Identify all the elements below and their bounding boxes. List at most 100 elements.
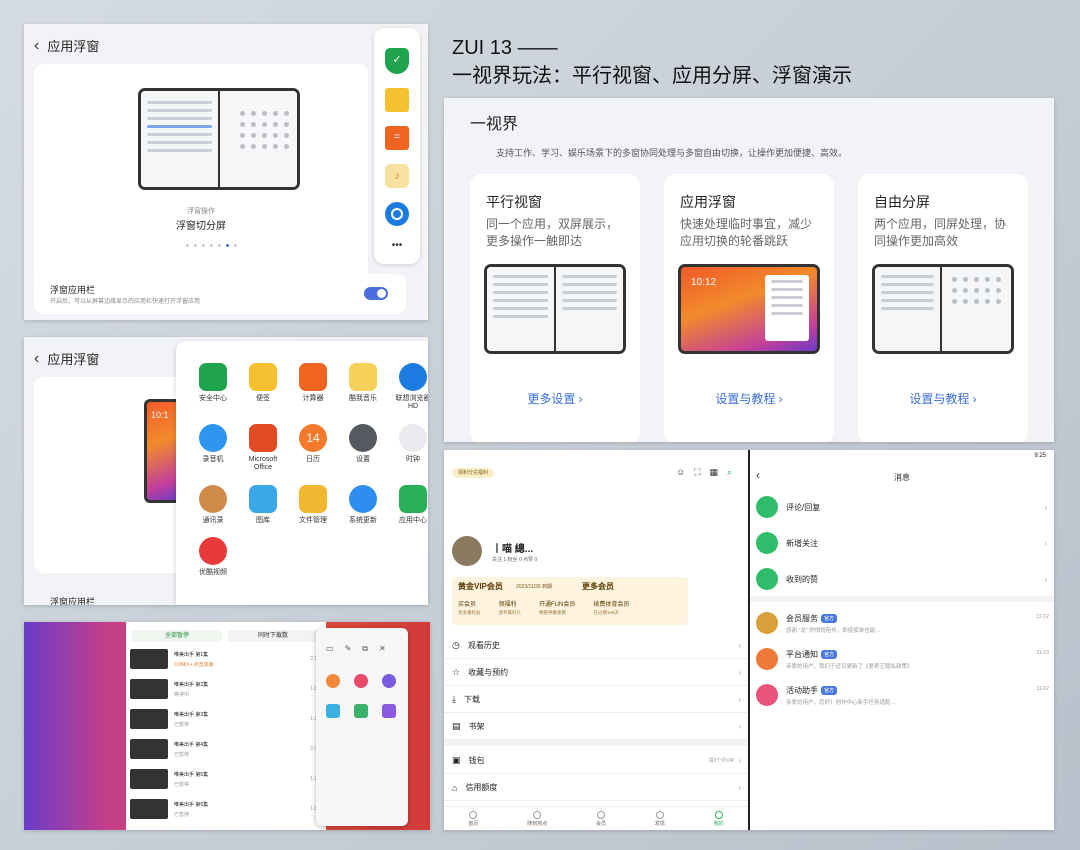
profile-icon [714,810,723,819]
follow-icon [756,532,778,554]
vip-item[interactable]: 续费体育会员 已过期166天 [593,599,629,616]
app-update[interactable]: 系统更新 [342,484,384,525]
notice-snippet: 亲爱的用户，我们于近日更新了《爱奇艺隐私政策》 [786,663,913,670]
vip-item[interactable]: 买会员 享多重权益 [458,599,481,616]
nav-home[interactable]: 首页 [468,810,478,827]
menu-item[interactable]: ◷ 观看历史 › [444,633,749,659]
app-office[interactable]: Microsoft Office [242,423,284,473]
app-music[interactable]: 酷我音乐 [342,363,384,412]
app-folder[interactable]: 文件管理 [292,484,334,525]
app-notes[interactable]: 便签 [242,363,284,412]
nav-label: 发现 [654,820,665,827]
back-arrow-icon[interactable]: ‹ [34,350,39,368]
tab-concurrent[interactable]: 同时下载数 [228,630,318,642]
apk-category-icon[interactable] [354,704,368,718]
feature-card-parallel[interactable]: 平行视窗 同一个应用，双屏展示，更多操作一触即达 更多设置 › [470,174,640,442]
calculator-icon[interactable]: = [385,126,409,150]
notice-row[interactable]: 会员服务 官方 感谢 “龙” 的悄悄陪伴，即使孤单也能… 12-12 [750,606,1054,640]
tablet-clock: 10:12 [691,277,717,288]
notice-title: 平台通知 [786,649,818,659]
video-row[interactable]: 唯美出手 第1集0.9M/s • 点击加速2.15 [130,648,320,670]
video-row[interactable]: 唯美出手 第5集已暂停1.95 [130,768,320,790]
video-row[interactable]: 唯美出手 第2集等待中1.85 [130,678,320,700]
vip-card[interactable]: 黄金VIP会员 2022/11/26 到期 更多会员 买会员 享多重权益 领福利 领专… [452,577,688,625]
close-icon[interactable]: ✕ [379,644,386,654]
more-settings-link[interactable]: 更多设置 › [470,390,640,407]
video-thumbnail [130,649,168,669]
settings-tutorial-link[interactable]: 设置与教程 › [664,390,834,407]
notes-icon[interactable] [385,88,409,112]
edit-icon[interactable]: ✎ [345,644,352,654]
notice-row[interactable]: 平台通知 官方 亲爱的用户，我们于近日更新了《爱奇艺隐私政策》 11-23 [750,642,1054,676]
nav-hot[interactable]: 随刻热点 [527,810,547,827]
menu-item[interactable]: ⌂ 信用额度 › [444,775,749,801]
music-category-icon[interactable] [354,674,368,688]
message-category[interactable]: 收到的赞 › [750,562,1054,596]
app-browser[interactable]: 联想浏览器HD [392,363,428,412]
menu-item[interactable]: ▣ 钱包 领2个月VIP › [444,748,749,774]
settings-tutorial-link[interactable]: 设置与教程 › [858,390,1028,407]
back-arrow-icon[interactable]: ‹ [34,37,39,55]
menu-item[interactable]: ▤ 书架 › [444,714,749,740]
message-label: 收到的赞 [786,574,818,584]
app-calendar[interactable]: 14 日历 [292,423,334,473]
tab-pause-all[interactable]: 全部暂停 [132,630,222,642]
chevron-right-icon: › [1044,574,1047,584]
doc-category-icon[interactable] [326,704,340,718]
scan-icon[interactable]: ⛶ [694,467,700,478]
window-icon[interactable]: ▭ [326,644,334,654]
avatar[interactable] [452,536,482,566]
music-icon[interactable]: ♪ [385,164,409,188]
zip-category-icon[interactable] [382,704,396,718]
app-recorder[interactable]: 录音机 [192,423,234,473]
app-bar-setting[interactable]: 浮窗应用栏 开启后，可以从屏幕边缘显示的应用栏快速打开浮窗应用 [34,274,406,314]
search-icon[interactable]: ⌕ [727,467,732,478]
clock-icon [399,423,427,452]
image-category-icon[interactable] [326,674,340,688]
message-category[interactable]: 评论/回复 › [750,490,1054,524]
menu-item[interactable]: ⤓ 下载 › [444,687,749,713]
app-label: 录音机 [202,455,224,463]
points-badge[interactable]: 领积分兑福利 [452,468,495,478]
video-row[interactable]: 唯美出手 第3集已暂停1.96 [130,708,320,730]
app-clock[interactable]: 时钟 [392,423,428,473]
app-bar-toggle[interactable] [364,287,388,300]
app-youku[interactable]: 优酷视频 [192,536,234,577]
app-calculator[interactable]: 计算器 [292,363,334,412]
like-icon [756,568,778,590]
platform-notice-icon [756,648,778,670]
resize-icon[interactable]: ⧉ [362,644,368,654]
chat-icon[interactable]: ☺ [676,467,685,478]
video-category-icon[interactable] [382,674,396,688]
vip-item[interactable]: 开通FUN会员 畅看神番速看 [539,599,575,616]
more-icon[interactable]: ••• [374,240,420,251]
notice-row[interactable]: 活动助手 官方 亲爱的用户，您好！创作中心新手任务适配… 11-02 [750,678,1054,712]
menu-item[interactable]: ☆ 收藏与预约 › [444,660,749,686]
panel-app-drawer: ‹ 应用浮窗 10:1 浮窗应用栏 安全中心 便签 计算器 酷我音乐 联想浏览器HD 录音… [24,337,428,605]
gallery-icon [249,484,277,513]
video-row[interactable]: 唯美出手 第4集已暂停2.05 [130,738,320,760]
feature-card-floating[interactable]: 应用浮窗 快速处理临时事宜，减少应用切换的轮番跳跃 10:12 设置与教程 › [664,174,834,442]
music-icon [349,363,377,391]
vip-right-title: 更多会员 [582,582,614,591]
nav-vip[interactable]: 会员 [596,810,606,827]
shield-icon[interactable]: ✓ [385,48,409,74]
app-label: 图库 [256,516,270,524]
app-appstore[interactable]: 应用中心 [392,484,428,525]
app-gallery[interactable]: 图库 [242,484,284,525]
notice-date: 11-02 [1036,686,1049,692]
nav-discover[interactable]: 发现 [654,810,665,827]
browser-icon[interactable] [385,202,409,226]
notice-snippet: 感谢 “龙” 的悄悄陪伴，即使孤单也能… [786,627,881,634]
nav-profile[interactable]: 我的 [714,810,724,827]
qrcode-icon[interactable]: ▦ [710,467,719,478]
feature-card-split[interactable]: 自由分屏 两个应用，同屏处理，协同操作更加高效 设置与教程 › [858,174,1028,442]
app-shield[interactable]: 安全中心 [192,363,234,412]
member-service-icon [756,612,778,634]
vip-item[interactable]: 领福利 领专属好礼 [499,599,522,616]
app-contacts[interactable]: 通讯录 [192,484,234,525]
message-category[interactable]: 新增关注 › [750,526,1054,560]
video-row[interactable]: 唯美出手 第6集已暂停1.80 [130,798,320,820]
video-status: 已暂停 [174,811,190,818]
app-settings[interactable]: 设置 [342,423,384,473]
